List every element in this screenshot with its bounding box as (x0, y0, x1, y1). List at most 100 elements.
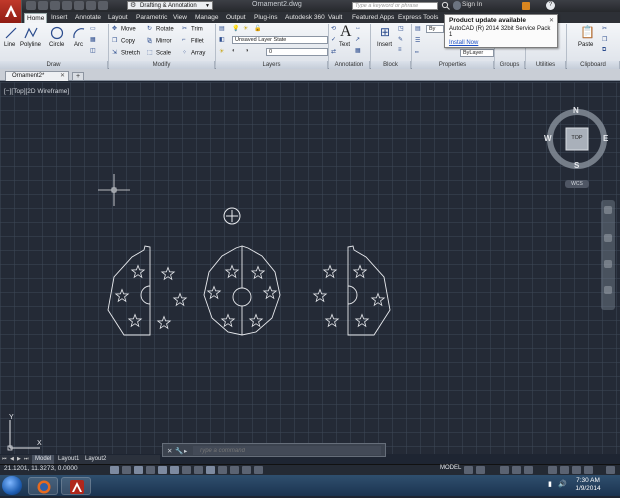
paste-button[interactable]: Paste (578, 42, 593, 48)
next-tab-icon[interactable]: ▶ (17, 456, 21, 462)
search-icon[interactable] (441, 1, 450, 10)
cut-icon[interactable]: ✂ (602, 25, 607, 32)
region-icon[interactable]: ◫ (90, 47, 96, 54)
text-icon[interactable]: A (340, 23, 352, 41)
copy-button[interactable]: ❐ Copy (112, 37, 135, 45)
exchange-icon[interactable] (522, 2, 530, 10)
zoom-icon[interactable] (604, 260, 612, 268)
circle-icon[interactable] (50, 26, 64, 40)
table-icon[interactable]: ▦ (355, 47, 361, 54)
annotation-visibility-icon[interactable] (512, 466, 521, 474)
make-current-icon[interactable]: ✓ (331, 36, 336, 43)
save-icon[interactable] (50, 1, 60, 10)
quick-properties-toggle[interactable] (242, 466, 251, 474)
tab-layout1[interactable]: Layout1 (55, 455, 82, 464)
color-select[interactable]: By (426, 25, 444, 33)
clean-screen-icon[interactable] (606, 466, 615, 474)
trim-button[interactable]: ✂ Trim (182, 25, 203, 33)
redo-icon[interactable] (98, 1, 108, 10)
network-icon[interactable]: ▮ (548, 480, 556, 488)
dyn-toggle[interactable] (206, 466, 215, 474)
lock-ui-icon[interactable] (548, 466, 557, 474)
viewcube-top[interactable]: TOP (569, 135, 585, 141)
utilities-panel-title[interactable]: Utilities (526, 61, 566, 69)
tab-express-tools[interactable]: Express Tools (396, 13, 440, 23)
osnap-toggle[interactable] (170, 466, 179, 474)
undo-icon[interactable] (86, 1, 96, 10)
layer-on-icon[interactable]: 💡 (232, 25, 239, 32)
layer-walk-icon[interactable]: ◑ (245, 48, 249, 54)
polar-toggle[interactable] (158, 466, 167, 474)
otrack-toggle[interactable] (182, 466, 191, 474)
pan-icon[interactable] (604, 234, 612, 242)
tab-annotate[interactable]: Annotate (73, 13, 103, 23)
arc-button[interactable]: Arc (74, 42, 83, 48)
paste-icon[interactable]: 📋 (580, 25, 595, 39)
circle-button[interactable]: Circle (49, 42, 64, 48)
text-button[interactable]: Text (339, 42, 350, 48)
layer-freeze-icon[interactable]: ☀ (243, 25, 248, 32)
copy-clip-icon[interactable]: ❐ (602, 36, 607, 43)
paste-special-icon[interactable]: ⧉ (602, 47, 606, 54)
save-as-icon[interactable] (62, 1, 72, 10)
isolate-objects-icon[interactable] (572, 466, 581, 474)
close-icon[interactable]: ✕ (549, 17, 554, 24)
quick-view-drawings-icon[interactable] (476, 466, 485, 474)
new-icon[interactable] (26, 1, 36, 10)
start-button[interactable] (2, 476, 22, 495)
install-now-link[interactable]: Install Now (449, 40, 553, 46)
tab-manage[interactable]: Manage (193, 13, 221, 23)
compass-east[interactable]: E (603, 134, 608, 143)
layer-iso-icon[interactable]: ◐ (232, 48, 236, 54)
tab-parametric[interactable]: Parametric (134, 13, 169, 23)
properties-panel-title[interactable]: Properties (412, 61, 494, 69)
layer-state-select[interactable]: Unsaved Layer State (232, 36, 328, 44)
first-tab-icon[interactable]: ⏮ (2, 456, 7, 462)
array-button[interactable]: ⁘ Array (182, 49, 205, 57)
layer-previous-icon[interactable]: ⟲ (331, 25, 336, 32)
line-icon[interactable] (4, 26, 18, 40)
rotate-button[interactable]: ↻ Rotate (147, 25, 174, 33)
grid-toggle[interactable] (134, 466, 143, 474)
draw-panel-title[interactable]: Draw (0, 61, 108, 69)
settings-icon[interactable]: 🔧 (175, 447, 183, 455)
hardware-acceleration-icon[interactable] (560, 466, 569, 474)
layer-match-icon[interactable]: ☀ (219, 48, 224, 55)
compass-south[interactable]: S (574, 161, 579, 170)
block-panel-title[interactable]: Block (371, 61, 411, 69)
wcs-menu[interactable]: WCS (565, 180, 589, 188)
prev-tab-icon[interactable]: ◀ (10, 456, 14, 462)
tab-vault[interactable]: Vault (326, 13, 344, 23)
workspace-switch-icon[interactable] (524, 466, 533, 474)
snap-toggle[interactable] (122, 466, 131, 474)
tab-autodesk-360[interactable]: Autodesk 360 (283, 13, 327, 23)
rectangle-icon[interactable]: ▭ (90, 25, 96, 32)
tab-home[interactable]: Home (24, 13, 48, 23)
create-block-icon[interactable]: ◳ (398, 25, 404, 32)
status-bar-menu-icon[interactable] (584, 466, 593, 474)
layers-panel-title[interactable]: Layers (216, 61, 328, 69)
leader-icon[interactable]: ↗ (355, 36, 360, 43)
stretch-button[interactable]: ⇲ Stretch (112, 49, 140, 57)
open-icon[interactable] (38, 1, 48, 10)
transparency-toggle[interactable] (230, 466, 239, 474)
linetype-select[interactable]: ByLayer (460, 49, 494, 57)
autocad-taskbar-app[interactable] (61, 477, 91, 495)
plot-icon[interactable] (74, 1, 84, 10)
steering-wheel-icon[interactable] (604, 206, 612, 214)
command-input[interactable] (193, 446, 381, 455)
match-properties-icon[interactable]: ▤ (415, 25, 421, 32)
volume-icon[interactable]: 🔊 (558, 480, 567, 488)
hatch-icon[interactable]: ▦ (90, 36, 96, 43)
infer-constraints-toggle[interactable] (110, 466, 119, 474)
tab-featured-apps[interactable]: Featured Apps (350, 13, 396, 23)
groups-panel-title[interactable]: Groups (495, 61, 525, 69)
tab-layout[interactable]: Layout (106, 13, 130, 23)
ducs-toggle[interactable] (194, 466, 203, 474)
annotation-scale-icon[interactable] (500, 466, 509, 474)
layer-properties-icon[interactable]: ▤ (219, 25, 225, 32)
tab-layout2[interactable]: Layout2 (82, 455, 109, 464)
close-icon[interactable]: ✕ (167, 447, 172, 455)
system-clock[interactable]: 7:30 AM 1/9/2014 (568, 477, 608, 493)
compass-west[interactable]: W (544, 134, 552, 143)
